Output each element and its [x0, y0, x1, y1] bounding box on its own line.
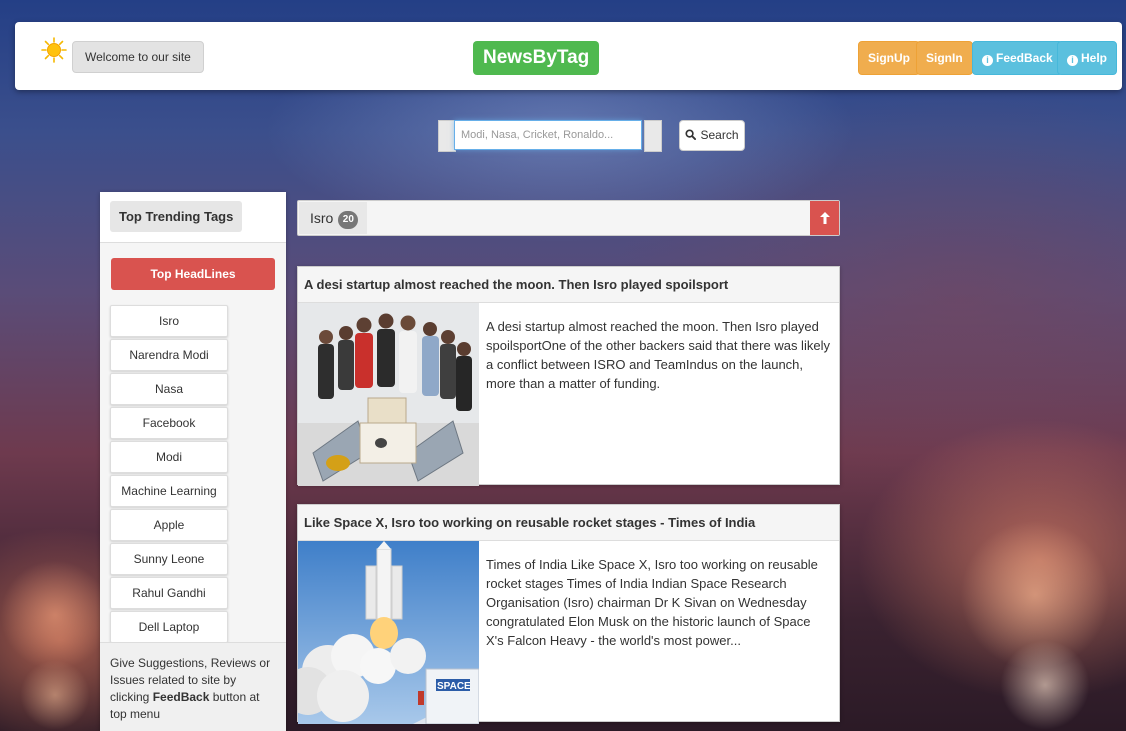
- current-tag-label: Isro: [310, 210, 334, 226]
- sidebar-header: Top Trending Tags: [100, 192, 286, 243]
- brand-logo[interactable]: NewsByTag: [473, 41, 600, 75]
- article-summary: Times of India Like Space X, Isro too wo…: [486, 557, 818, 648]
- article-card: A desi startup almost reached the moon. …: [297, 266, 840, 486]
- sidebar-title: Top Trending Tags: [110, 201, 243, 232]
- help-button[interactable]: i Help: [1057, 41, 1118, 75]
- tag-item[interactable]: Nasa: [110, 373, 228, 405]
- scroll-up-button[interactable]: [810, 201, 839, 235]
- search-button-label: Search: [700, 128, 739, 142]
- bokeh-light: [0, 560, 110, 670]
- search-input[interactable]: [454, 120, 642, 150]
- tag-item[interactable]: Sunny Leone: [110, 543, 228, 575]
- rocket-launch-image: SPACE: [298, 541, 479, 724]
- search-addon-right: [644, 120, 662, 152]
- sun-icon: [41, 37, 67, 63]
- feedback-hint: Give Suggestions, Reviews or Issues rela…: [100, 642, 286, 731]
- feedback-label: FeedBack: [996, 51, 1053, 65]
- article-summary: A desi startup almost reached the moon. …: [486, 319, 830, 391]
- tag-item[interactable]: Apple: [110, 509, 228, 541]
- arrow-up-icon: [819, 212, 830, 224]
- tag-item[interactable]: Facebook: [110, 407, 228, 439]
- top-headlines-button[interactable]: Top HeadLines: [111, 258, 275, 290]
- info-icon: i: [982, 55, 993, 66]
- article-count-badge: 20: [338, 211, 359, 229]
- info-icon: i: [1067, 55, 1078, 66]
- tag-item[interactable]: Modi: [110, 441, 228, 473]
- trending-sidebar: Top Trending Tags Top HeadLines Isro Nar…: [100, 192, 286, 731]
- welcome-label: Welcome to our site: [72, 41, 204, 73]
- tag-item[interactable]: Rahul Gandhi: [110, 577, 228, 609]
- article-title[interactable]: Like Space X, Isro too working on reusab…: [298, 505, 839, 541]
- search-button[interactable]: Search: [679, 120, 745, 151]
- feedback-button[interactable]: i FeedBack: [972, 41, 1063, 75]
- article-image[interactable]: [298, 303, 479, 486]
- tag-item[interactable]: Narendra Modi: [110, 339, 228, 371]
- signin-button[interactable]: SignIn: [916, 41, 973, 75]
- article-card: Like Space X, Isro too working on reusab…: [297, 504, 840, 724]
- current-tag-bar: Isro 20: [297, 200, 840, 236]
- search-icon: [685, 129, 697, 140]
- team-photo-image: [298, 303, 479, 486]
- tag-item[interactable]: Machine Learning: [110, 475, 228, 507]
- bokeh-light: [20, 660, 90, 730]
- tag-item[interactable]: Isro: [110, 305, 228, 337]
- signup-button[interactable]: SignUp: [858, 41, 920, 75]
- article-image[interactable]: SPACE: [298, 541, 479, 724]
- top-navbar: Welcome to our site NewsByTag SignUp Sig…: [15, 22, 1122, 90]
- feedback-hint-bold: FeedBack: [152, 690, 210, 704]
- bokeh-light: [960, 520, 1110, 670]
- help-label: Help: [1081, 51, 1108, 65]
- tag-item[interactable]: Dell Laptop: [110, 611, 228, 643]
- article-title[interactable]: A desi startup almost reached the moon. …: [298, 267, 839, 303]
- tag-list: Isro Narendra Modi Nasa Facebook Modi Ma…: [110, 305, 228, 645]
- bokeh-light: [1000, 640, 1090, 730]
- current-tag: Isro 20: [299, 202, 368, 234]
- svg-text:SPACE: SPACE: [437, 681, 471, 692]
